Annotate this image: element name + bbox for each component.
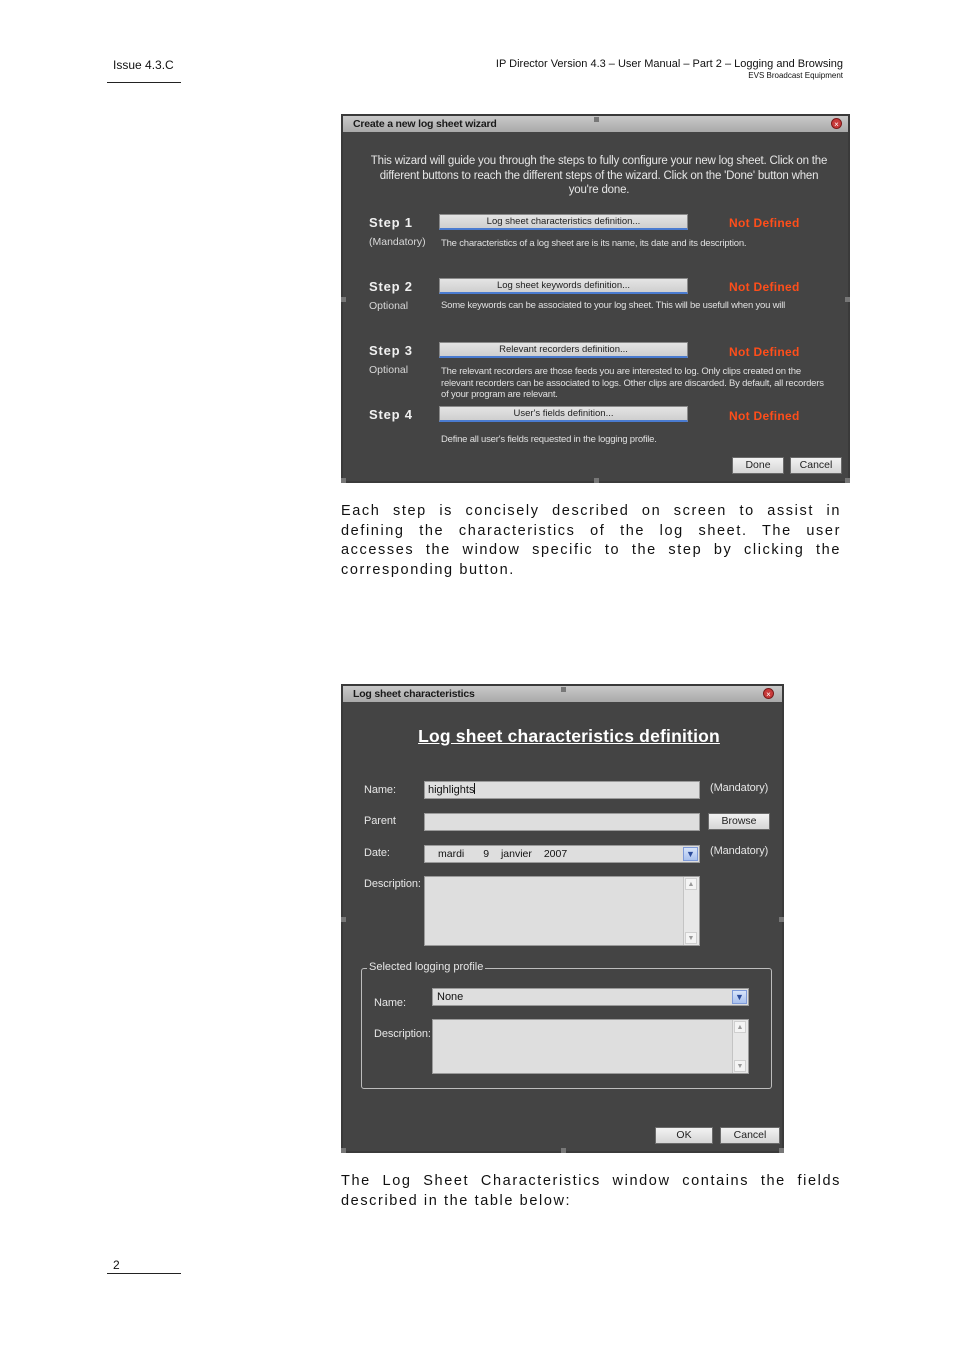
resize-handle[interactable] [779,917,784,922]
name-mandatory-label: (Mandatory) [710,782,769,794]
date-year: 2007 [543,848,568,860]
close-icon[interactable]: × [831,118,842,129]
step-1-description: The characteristics of a log sheet are i… [441,238,747,249]
step-4-label: Step 4 [369,407,413,422]
logging-profile-group: Selected logging profile Name: None ▼ De… [361,961,772,1089]
date-mandatory-label: (Mandatory) [710,845,769,857]
resize-handle[interactable] [594,478,599,483]
profile-name-value: None [437,991,464,1003]
step-1-status: Not Defined [729,216,800,230]
parent-input[interactable] [424,813,700,831]
profile-description-scrollbar[interactable]: ▲ ▼ [732,1020,748,1073]
step-4-status: Not Defined [729,409,800,423]
resize-handle[interactable] [341,478,346,483]
done-button[interactable]: Done [732,457,784,474]
description-label: Description: [364,878,421,890]
chevron-down-icon[interactable]: ▼ [732,990,747,1004]
step-2-sub: Optional [369,300,409,312]
name-input[interactable]: highlights [424,781,700,799]
scroll-up-icon[interactable]: ▲ [734,1021,746,1033]
resize-handle[interactable] [779,1148,784,1153]
step-2-status: Not Defined [729,280,800,294]
name-label: Name: [364,784,396,796]
ok-button[interactable]: OK [655,1127,713,1144]
resize-handle[interactable] [341,297,346,302]
parent-label: Parent [364,815,396,827]
header-rule [107,82,181,83]
characteristics-title: Log sheet characteristics [353,688,475,700]
step-3-sub: Optional [369,364,409,376]
wizard-intro: This wizard will guide you through the s… [370,155,828,196]
step-1-button[interactable]: Log sheet characteristics definition... [439,214,688,230]
scroll-down-icon[interactable]: ▼ [734,1060,746,1072]
resize-handle[interactable] [594,117,599,122]
resize-handle[interactable] [341,917,346,922]
paragraph-table-intro: The Log Sheet Characteristics window con… [341,1173,841,1209]
date-month: janvier [500,848,532,860]
profile-description-textarea[interactable]: ▲ ▼ [432,1019,749,1074]
step-1-sub: (Mandatory) [369,236,426,248]
resize-handle[interactable] [561,1148,566,1153]
header-right: IP Director Version 4.3 – User Manual – … [496,57,843,81]
description-textarea[interactable]: ▲ ▼ [424,876,700,946]
profile-name-select[interactable]: None ▼ [432,988,749,1006]
description-scrollbar[interactable]: ▲ ▼ [683,877,699,945]
date-picker[interactable]: mardi 9 janvier 2007 ▼ [424,845,700,863]
resize-handle[interactable] [561,687,566,692]
step-3-description: The relevant recorders are those feeds y… [441,366,824,400]
step-2-label: Step 2 [369,279,413,294]
logging-profile-legend: Selected logging profile [367,961,486,973]
step-3-button[interactable]: Relevant recorders definition... [439,342,688,358]
resize-handle[interactable] [341,1148,346,1153]
page-number: 2 [113,1258,120,1272]
cancel-button[interactable]: Cancel [720,1127,780,1144]
close-icon[interactable]: × [763,688,774,699]
text-cursor [474,783,476,794]
step-3-status: Not Defined [729,345,800,359]
wizard-title: Create a new log sheet wizard [353,118,497,130]
date-label: Date: [364,847,390,859]
resize-handle[interactable] [845,297,850,302]
characteristics-heading: Log sheet characteristics definition [418,726,720,746]
step-4-description: Define all user's fields requested in th… [441,434,657,445]
name-input-value: highlights [428,784,475,796]
date-day: 9 [483,848,490,860]
footer-rule [107,1273,181,1274]
profile-description-label: Description: [374,1028,431,1040]
resize-handle[interactable] [845,478,850,483]
step-4-button[interactable]: User's fields definition... [439,406,688,422]
issue-label: Issue 4.3.C [113,58,174,72]
company-name: EVS Broadcast Equipment [748,71,843,80]
step-1-label: Step 1 [369,215,413,230]
scroll-up-icon[interactable]: ▲ [685,878,697,890]
paragraph-wizard-description: Each step is concisely described on scre… [341,503,841,578]
browse-button[interactable]: Browse [708,813,770,830]
scroll-down-icon[interactable]: ▼ [685,932,697,944]
characteristics-window: Log sheet characteristics × Log sheet ch… [341,684,784,1153]
step-3-label: Step 3 [369,343,413,358]
step-2-description: Some keywords can be associated to your … [441,300,786,311]
manual-title: IP Director Version 4.3 – User Manual – … [495,58,843,70]
date-weekday: mardi [438,848,465,860]
wizard-window: Create a new log sheet wizard × This wiz… [341,114,850,483]
step-2-button[interactable]: Log sheet keywords definition... [439,278,688,294]
profile-name-label: Name: [374,997,406,1009]
chevron-down-icon[interactable]: ▼ [683,847,698,861]
cancel-button[interactable]: Cancel [790,457,842,474]
